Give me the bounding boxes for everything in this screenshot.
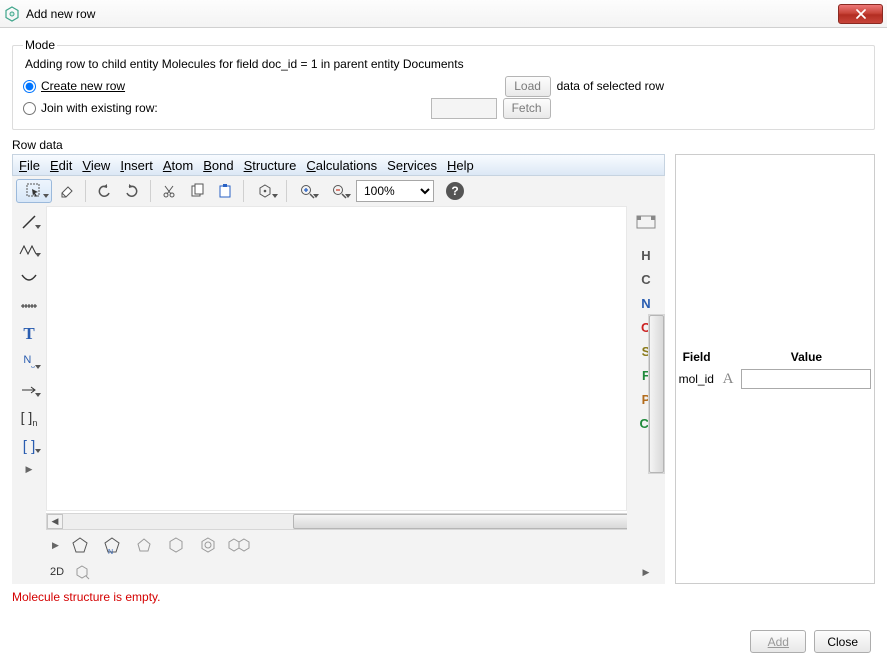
- radio-join-label: Join with existing row:: [41, 101, 158, 115]
- horizontal-scrollbar[interactable]: ◀ ▶: [46, 513, 627, 530]
- window-close-button[interactable]: [838, 4, 883, 24]
- menu-help[interactable]: Help: [447, 158, 474, 173]
- field-value-panel: Field Value mol_id A: [675, 154, 875, 584]
- redo-button[interactable]: [119, 179, 145, 203]
- shape-fused-tool[interactable]: [227, 533, 253, 557]
- bond-single-tool[interactable]: [14, 210, 44, 234]
- canvas-container: ◀ ▶ ▶ N 2D: [46, 206, 627, 584]
- error-message: Molecule structure is empty.: [12, 590, 875, 604]
- shape-toolbar-more-left[interactable]: ▶: [50, 538, 61, 553]
- mode-fieldset: Mode Adding row to child entity Molecule…: [12, 38, 875, 130]
- radio-create-row[interactable]: Create new row: [23, 79, 125, 93]
- cut-button[interactable]: [156, 179, 182, 203]
- element-toolbar-more[interactable]: ▶: [641, 565, 652, 580]
- shape-pentagon2-tool[interactable]: [131, 533, 157, 557]
- menu-atom[interactable]: Atom: [163, 158, 193, 173]
- menu-structure[interactable]: Structure: [244, 158, 297, 173]
- join-id-input[interactable]: [431, 98, 497, 119]
- zoom-select[interactable]: 100%: [356, 180, 434, 202]
- vscroll-thumb[interactable]: [649, 315, 664, 473]
- field-name: mol_id: [675, 367, 719, 391]
- name-tool[interactable]: N⎵: [14, 350, 44, 374]
- svg-text:N: N: [108, 549, 113, 555]
- field-value-input[interactable]: [741, 369, 871, 389]
- value-header: Value: [737, 347, 875, 367]
- scroll-left-arrow[interactable]: ◀: [47, 514, 63, 529]
- menu-services[interactable]: Services: [387, 158, 437, 173]
- load-suffix: data of selected row: [557, 79, 664, 93]
- window-title: Add new row: [26, 7, 838, 21]
- add-button[interactable]: Add: [750, 630, 806, 653]
- ruler-tool[interactable]: [16, 294, 42, 318]
- scroll-thumb[interactable]: [293, 514, 633, 529]
- menubar: File Edit View Insert Atom Bond Structur…: [12, 154, 665, 176]
- rowdata-legend: Row data: [12, 138, 875, 152]
- copy-button[interactable]: [184, 179, 210, 203]
- dialog-footer: Add Close: [750, 630, 871, 653]
- shape-hexagon-tool[interactable]: [163, 533, 189, 557]
- menu-bond[interactable]: Bond: [203, 158, 233, 173]
- left-toolbar: T N⎵ [ ]n [ ] ▶: [12, 206, 46, 584]
- arrow-tool[interactable]: [14, 378, 44, 402]
- bond-curve-tool[interactable]: [16, 266, 42, 290]
- mode-legend: Mode: [23, 38, 57, 52]
- field-header: Field: [675, 347, 719, 367]
- element-toolbar: H C N O S F P Cl ▶: [627, 206, 665, 584]
- fetch-button[interactable]: Fetch: [503, 98, 551, 119]
- clean-tool[interactable]: [249, 179, 281, 203]
- titlebar: Add new row: [0, 0, 887, 28]
- shape-pentagon-n-tool[interactable]: N: [99, 533, 125, 557]
- zoom-out-button[interactable]: [324, 179, 354, 203]
- menu-edit[interactable]: Edit: [50, 158, 72, 173]
- radio-join-row[interactable]: Join with existing row:: [23, 101, 158, 115]
- app-icon: [4, 6, 20, 22]
- close-button[interactable]: Close: [814, 630, 871, 653]
- elem-c[interactable]: C: [631, 268, 661, 290]
- dimension-toolbar: 2D: [46, 560, 627, 584]
- radio-create-input[interactable]: [23, 80, 36, 93]
- vertical-scrollbar[interactable]: [648, 314, 665, 474]
- load-button[interactable]: Load: [505, 76, 551, 97]
- menu-calculations[interactable]: Calculations: [306, 158, 377, 173]
- field-row: mol_id A: [675, 367, 876, 391]
- help-button[interactable]: ?: [446, 182, 464, 200]
- dim-2d-label[interactable]: 2D: [50, 566, 64, 578]
- undo-button[interactable]: [91, 179, 117, 203]
- chain-tool[interactable]: [14, 238, 44, 262]
- shape-pentagon-tool[interactable]: [67, 533, 93, 557]
- menu-file[interactable]: File: [19, 158, 40, 173]
- erase-tool[interactable]: [54, 179, 80, 203]
- molecule-editor: File Edit View Insert Atom Bond Structur…: [12, 154, 665, 584]
- elem-n[interactable]: N: [631, 292, 661, 314]
- bracket-n-tool[interactable]: [ ]n: [16, 406, 42, 430]
- radio-create-label: Create new row: [41, 79, 125, 93]
- zoom-in-button[interactable]: [292, 179, 322, 203]
- menu-view[interactable]: View: [82, 158, 110, 173]
- selection-tool[interactable]: [16, 179, 52, 203]
- text-tool[interactable]: T: [16, 322, 42, 346]
- menu-insert[interactable]: Insert: [120, 158, 153, 173]
- dim-clean-icon[interactable]: [72, 562, 92, 582]
- left-toolbar-more[interactable]: ▶: [24, 462, 35, 477]
- elem-h[interactable]: H: [631, 244, 661, 266]
- mode-description: Adding row to child entity Molecules for…: [23, 57, 864, 71]
- shape-benzene-tool[interactable]: [195, 533, 221, 557]
- radio-join-input[interactable]: [23, 102, 36, 115]
- paste-button[interactable]: [212, 179, 238, 203]
- main-toolbar: 100% ?: [12, 176, 665, 206]
- drawing-canvas[interactable]: [46, 206, 627, 511]
- shape-toolbar: ▶ N: [46, 530, 627, 560]
- field-type-icon: A: [719, 367, 738, 391]
- periodic-table-icon[interactable]: [633, 210, 659, 234]
- bracket-tool[interactable]: [ ]: [14, 434, 44, 458]
